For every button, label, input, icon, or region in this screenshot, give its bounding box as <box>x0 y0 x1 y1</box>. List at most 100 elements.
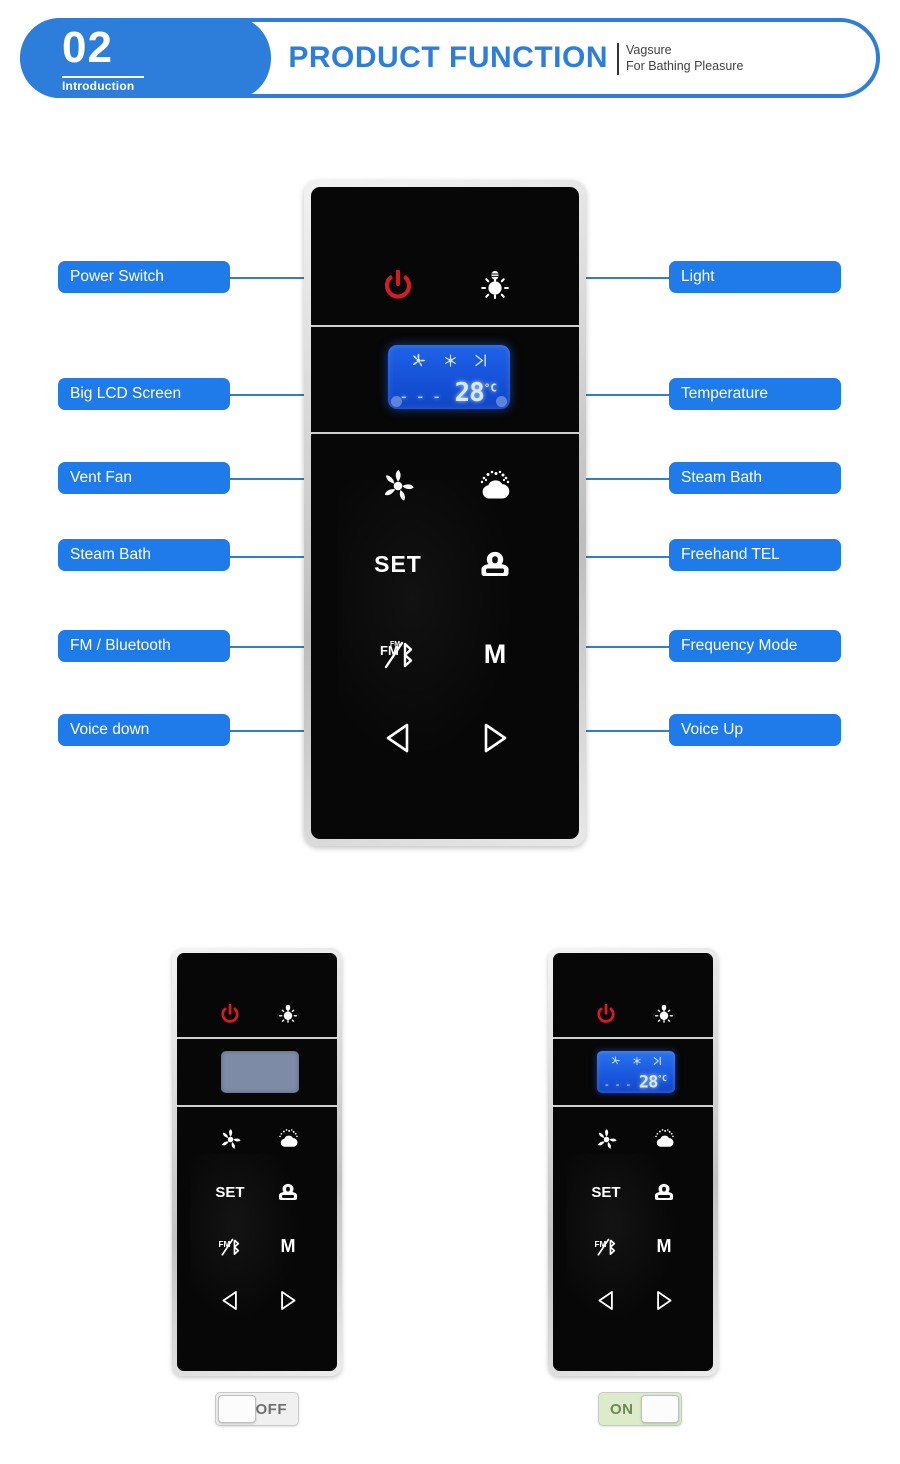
callout-text: Voice down <box>70 721 150 738</box>
lcd-temperature-value: 28 <box>454 377 484 408</box>
callout-label-power-switch: Power Switch <box>58 261 230 293</box>
voice-down-button[interactable] <box>369 709 427 767</box>
callout-label-voice-down: Voice down <box>58 714 230 746</box>
main-control-panel: - - - 28°C SET FM FM M <box>304 180 586 846</box>
power-button-on[interactable] <box>585 993 627 1035</box>
callout-label-light: Light <box>669 261 841 293</box>
panel-divider-bottom-on <box>553 1105 713 1107</box>
control-panel-off-state: SET FM M <box>172 948 342 1376</box>
lcd-status-icons-on <box>597 1055 675 1066</box>
lcd-readout-row: - - - 28°C <box>388 380 510 406</box>
lcd-corner-light-left <box>391 396 402 407</box>
triangle-right-icon <box>484 723 507 753</box>
frequency-mode-button-on[interactable]: M <box>643 1225 685 1267</box>
panel-divider-top-on <box>553 1037 713 1039</box>
lcd-corner-light-right <box>496 396 507 407</box>
lcd-status-icons <box>388 352 510 369</box>
set-text-icon: SET <box>591 1183 621 1201</box>
airflow-icon <box>475 354 486 367</box>
mode-text-icon: M <box>280 1236 296 1256</box>
set-text-icon: SET <box>215 1183 245 1201</box>
callout-label-vent-fan: Vent Fan <box>58 462 230 494</box>
fm-bluetooth-button-on[interactable]: FM <box>585 1225 627 1267</box>
lcd-screen: - - - 28°C <box>388 345 510 409</box>
power-button-off[interactable] <box>209 993 251 1035</box>
lcd-temperature-value: 28 <box>638 1072 659 1093</box>
lcd-readout-row-on: - - - 28°C <box>597 1072 675 1093</box>
voice-down-button-on[interactable] <box>585 1279 627 1321</box>
fan-blade-icon <box>221 1128 240 1149</box>
vent-fan-button[interactable] <box>369 457 427 515</box>
lcd-screen-off <box>221 1051 299 1093</box>
set-button[interactable]: SET <box>369 535 427 593</box>
freehand-tel-button[interactable] <box>466 535 524 593</box>
panel-divider-top <box>311 325 579 327</box>
callout-text: Light <box>681 268 715 285</box>
fm-bluetooth-icon: FM <box>595 1238 616 1256</box>
voice-down-button-off[interactable] <box>209 1279 251 1321</box>
steam-bath-button-on[interactable] <box>643 1118 685 1160</box>
callout-text: FM / Bluetooth <box>70 637 171 654</box>
callout-text: Steam Bath <box>681 469 762 486</box>
power-state-toggle-off[interactable]: OFF <box>215 1392 299 1426</box>
airflow-icon <box>653 1056 661 1065</box>
power-icon <box>597 1003 615 1023</box>
callout-label-voice-up: Voice Up <box>669 714 841 746</box>
light-button[interactable] <box>466 257 524 315</box>
power-icon <box>221 1003 239 1023</box>
callout-label-freehand-tel: Freehand TEL <box>669 539 841 571</box>
steam-bath-button[interactable] <box>466 457 524 515</box>
fan-blade-icon <box>597 1128 616 1149</box>
fm-bluetooth-button[interactable]: FM FM <box>369 625 427 683</box>
freehand-tel-button-off[interactable] <box>267 1171 309 1213</box>
fm-bluetooth-button-off[interactable]: FM <box>209 1225 251 1267</box>
triangle-left-icon <box>222 1290 237 1310</box>
snowflake-sun-icon <box>445 354 456 367</box>
callout-text: Freehand TEL <box>681 546 780 563</box>
fm-bluetooth-icon: FM <box>219 1238 240 1256</box>
set-button-on[interactable]: SET <box>585 1171 627 1213</box>
light-button-off[interactable] <box>267 993 309 1035</box>
light-button-on[interactable] <box>643 993 685 1035</box>
product-function-diagram: - - - 28°C SET FM FM M Power Switch Big … <box>0 0 900 1464</box>
callout-label-temperature: Temperature <box>669 378 841 410</box>
telephone-icon <box>481 551 509 576</box>
lcd-temperature: 28°C <box>638 1072 667 1093</box>
callout-label-lcd-screen: Big LCD Screen <box>58 378 230 410</box>
lcd-temperature-unit: °C <box>483 380 497 394</box>
steam-bath-button-off[interactable] <box>267 1118 309 1160</box>
callout-label-fm-bluetooth: FM / Bluetooth <box>58 630 230 662</box>
callout-text: Temperature <box>681 385 769 402</box>
toggle-knob-on[interactable] <box>641 1395 679 1423</box>
light-bulb-icon <box>655 1004 673 1023</box>
fan-blade-icon <box>384 470 414 501</box>
voice-up-button[interactable] <box>466 709 524 767</box>
fan-icon <box>612 1055 621 1065</box>
triangle-left-icon <box>386 723 409 753</box>
frequency-mode-button[interactable]: M <box>466 625 524 683</box>
steam-cloud-icon <box>480 470 510 499</box>
power-state-toggle-on[interactable]: ON <box>598 1392 682 1426</box>
vent-fan-button-off[interactable] <box>209 1118 251 1160</box>
callout-text: Voice Up <box>681 721 744 738</box>
callout-text: Frequency Mode <box>681 637 798 654</box>
snowflake-sun-icon <box>633 1056 641 1065</box>
fan-icon <box>412 353 426 367</box>
vent-fan-button-on[interactable] <box>585 1118 627 1160</box>
voice-up-button-off[interactable] <box>267 1279 309 1321</box>
triangle-left-icon <box>598 1290 613 1310</box>
power-button[interactable] <box>369 257 427 315</box>
callout-text: Steam Bath <box>70 546 151 563</box>
callout-label-steam-bath-l: Steam Bath <box>58 539 230 571</box>
fm-bluetooth-icon: FM FM <box>380 641 413 669</box>
svg-text:FM: FM <box>595 1239 607 1249</box>
freehand-tel-button-on[interactable] <box>643 1171 685 1213</box>
voice-up-button-on[interactable] <box>643 1279 685 1321</box>
set-button-off[interactable]: SET <box>209 1171 251 1213</box>
callout-text: Big LCD Screen <box>70 385 182 402</box>
toggle-label-off: OFF <box>255 1400 287 1418</box>
frequency-mode-button-off[interactable]: M <box>267 1225 309 1267</box>
set-text-icon: SET <box>374 550 422 577</box>
triangle-right-icon <box>657 1290 672 1310</box>
mode-text-icon: M <box>656 1236 672 1256</box>
